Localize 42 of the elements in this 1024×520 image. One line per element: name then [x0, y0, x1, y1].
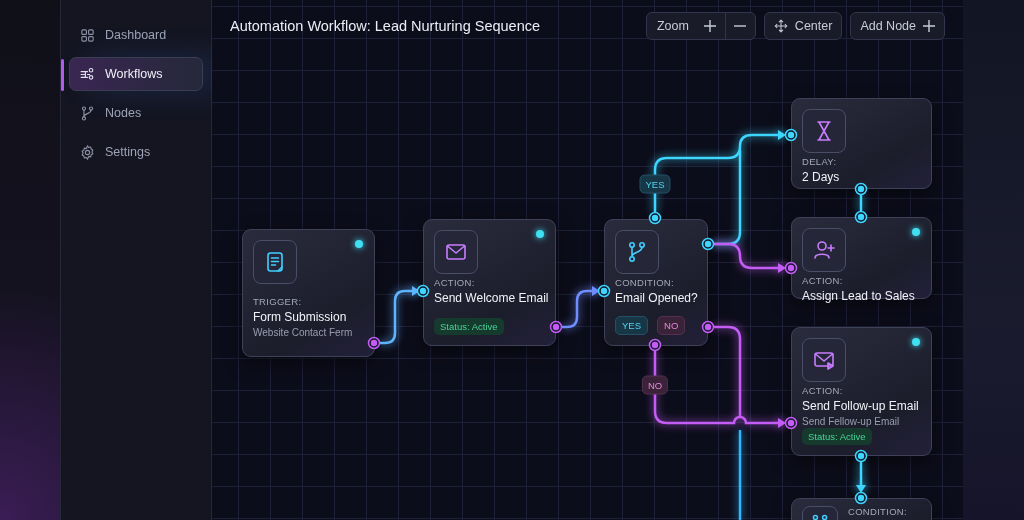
node-card[interactable]: TRIGGER: Form Submission Website Contact Ferm: [242, 229, 375, 357]
move-icon: [773, 18, 788, 33]
settings-icon: [79, 143, 96, 161]
node-title: Form Submission: [253, 310, 348, 324]
node-title: Email Opened?: [615, 291, 697, 305]
edge-label: NO: [641, 375, 669, 395]
sidebar-item[interactable]: Settings: [69, 135, 203, 169]
add-node-button[interactable]: Add Node: [850, 11, 945, 40]
branch-badge: YES: [615, 316, 648, 335]
node-card[interactable]: CONDITION: Email Opened? YES NO: [604, 219, 708, 346]
node-type-label: ACTION:: [802, 385, 844, 396]
node-type-label: TRIGGER:: [253, 296, 303, 307]
sidebar-item[interactable]: Dashboard: [69, 18, 203, 52]
sidebar-item[interactable]: Nodes: [69, 96, 203, 130]
status-badge: Status: Active: [434, 318, 504, 335]
branch-icon: [79, 104, 96, 122]
plus-icon: [703, 19, 716, 32]
plus-icon: [923, 19, 935, 32]
node-card[interactable]: DELAY: 2 Days: [791, 98, 932, 189]
node-type-label: CONDITION:: [848, 506, 907, 517]
minus-icon: [734, 24, 747, 27]
selection-indicator: [61, 59, 64, 91]
node-type-label: CONDITION:: [615, 277, 675, 288]
node-type-label: DELAY:: [802, 156, 838, 167]
workflow-icon: [79, 65, 96, 83]
center-button[interactable]: Center: [763, 11, 843, 40]
zoom-label: Zoom: [655, 18, 690, 33]
node-card[interactable]: ACTION: Send Follow-up Email Send Fellow-up Email Status: Active: [791, 327, 932, 456]
grid-icon: [79, 26, 96, 44]
node-type-label: ACTION:: [802, 275, 844, 286]
user-plus-icon: [812, 238, 836, 262]
status-badge: Status: Active: [802, 428, 872, 445]
edge-label: YES: [639, 174, 671, 194]
workflow-title: Automation Workflow: Lead Nurturing Sequence: [230, 17, 541, 34]
node-title: 2 Days: [802, 170, 841, 184]
node-card[interactable]: CONDITION:: [791, 498, 932, 520]
node-type-label: ACTION:: [434, 277, 476, 288]
node-description: Website Contact Ferm: [253, 327, 354, 338]
node-title: Send Follow-up Email: [802, 399, 920, 413]
branch-badge: NO: [657, 316, 686, 335]
node-description: Send Fellow-up Email: [802, 416, 901, 427]
node-card[interactable]: ACTION: Send Welcome Email Status: Active: [423, 219, 556, 346]
